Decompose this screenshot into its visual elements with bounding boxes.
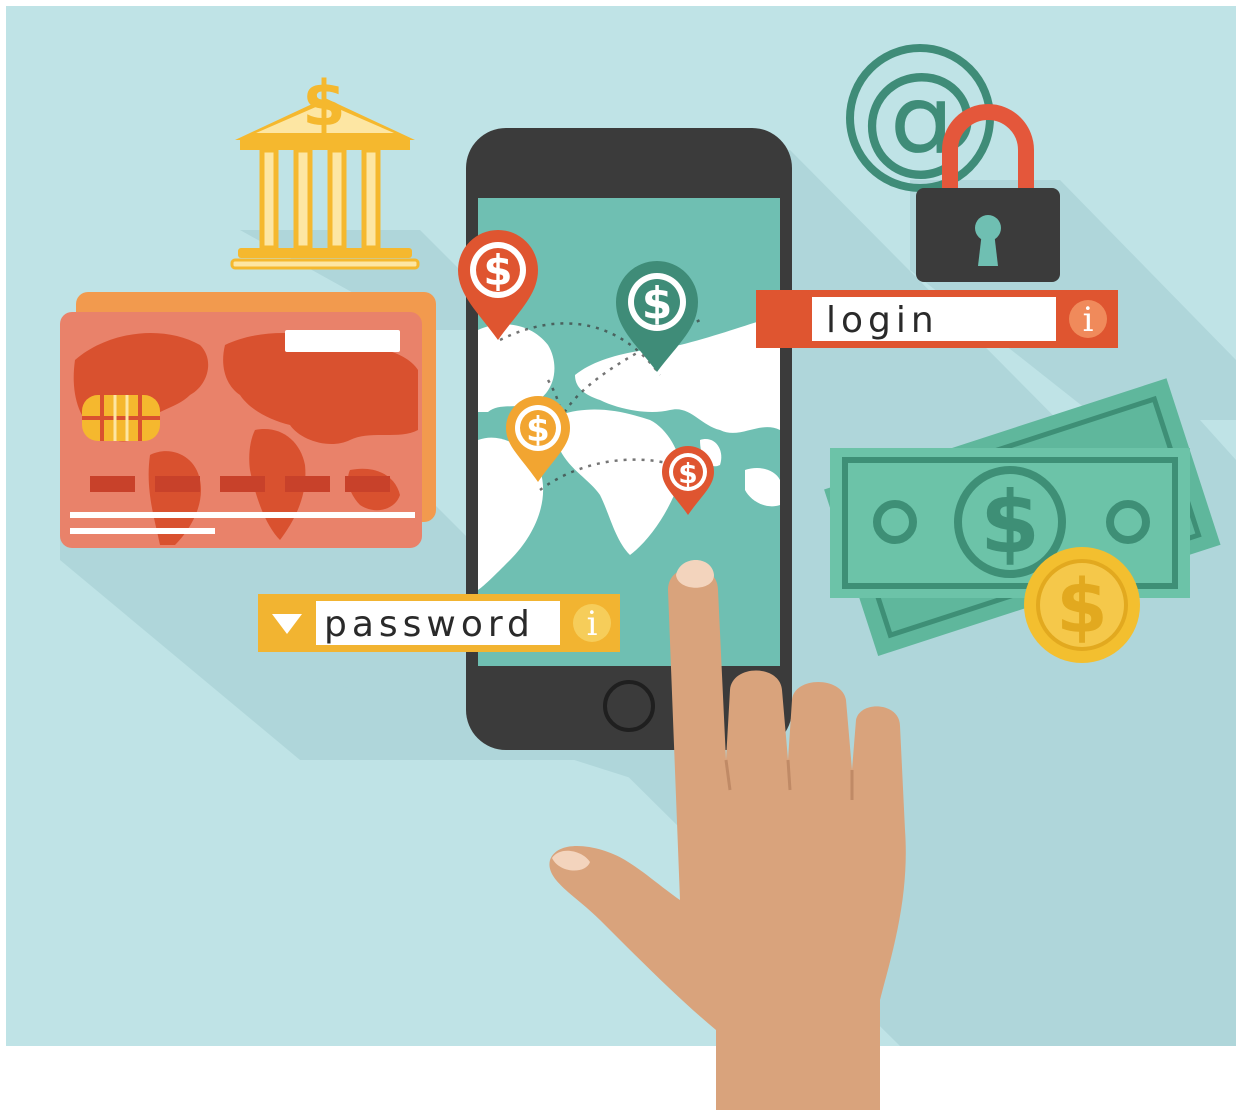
bank-dollar-sign: $ (302, 67, 345, 140)
login-input-value: login (826, 300, 939, 341)
coin-icon: $ (1024, 547, 1140, 663)
password-info-glyph: i (587, 604, 598, 644)
pin-dollar-small: $ (678, 457, 697, 490)
banknote-dollar-sign: $ (980, 473, 1040, 573)
pin-dollar-orange: $ (526, 410, 550, 450)
credit-card-icon (60, 292, 436, 548)
illustration: $ $ $ $ $ @ login i $ $ password i (6, 6, 1236, 1110)
login-field[interactable]: login i (756, 290, 1118, 348)
password-field[interactable]: password i (258, 594, 620, 652)
login-info-glyph: i (1083, 300, 1094, 340)
password-input-value: password (324, 604, 535, 645)
coin-dollar-sign: $ (1056, 564, 1108, 650)
pin-dollar-green: $ (642, 278, 673, 329)
pin-dollar-red: $ (483, 246, 512, 295)
card-chip (82, 395, 160, 441)
